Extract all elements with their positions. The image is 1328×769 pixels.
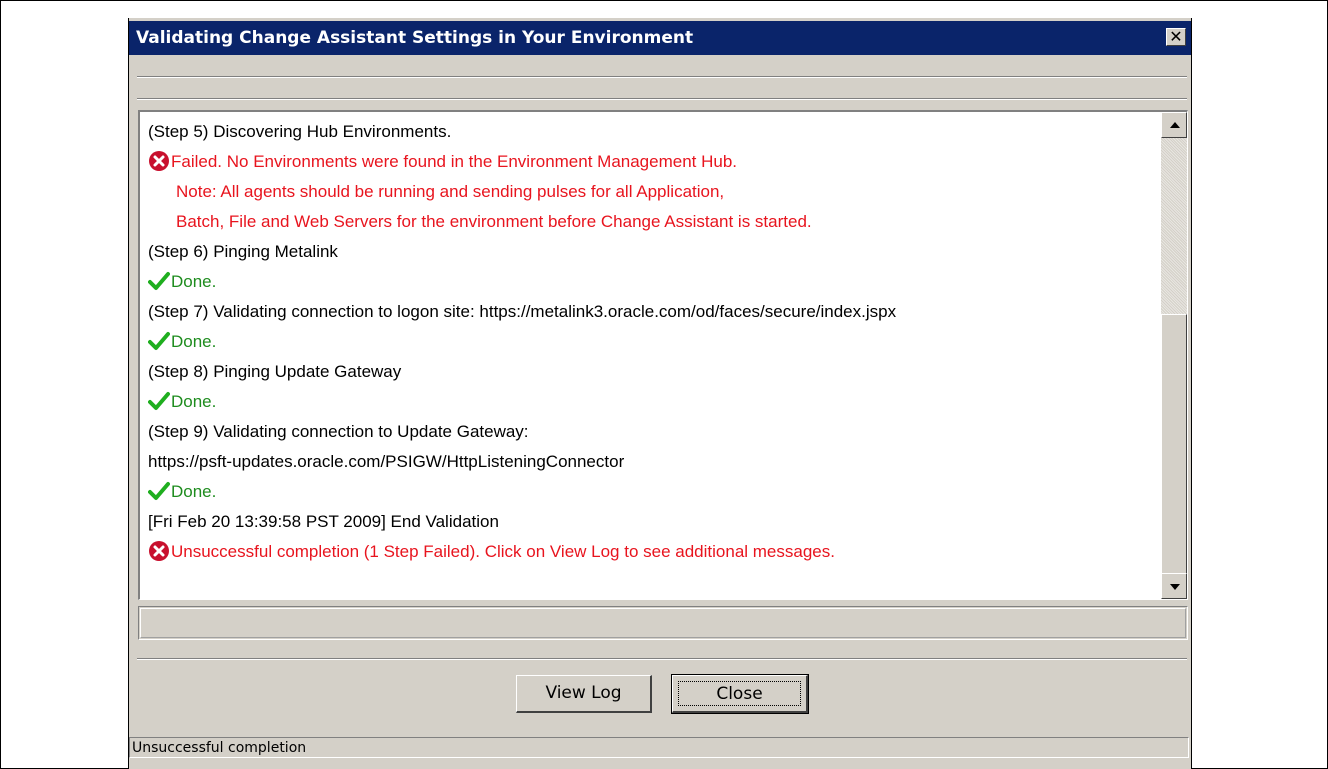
log-line: Note: All agents should be running and s…	[148, 178, 1157, 208]
log-line: Done.	[148, 328, 1157, 358]
log-line-text: Failed. No Environments were found in th…	[171, 152, 738, 171]
window-title: Validating Change Assistant Settings in …	[136, 28, 694, 48]
log-content: (Step 5) Discovering Hub Environments. Fa…	[148, 118, 1157, 568]
title-bar[interactable]: Validating Change Assistant Settings in …	[129, 18, 1191, 55]
log-line-text: (Step 7) Validating connection to logon …	[148, 302, 897, 321]
log-line: (Step 7) Validating connection to logon …	[148, 298, 1157, 328]
arrow-down-icon	[1170, 584, 1180, 590]
scroll-up-button[interactable]	[1161, 112, 1187, 138]
log-line: Batch, File and Web Servers for the envi…	[148, 208, 1157, 238]
log-line: (Step 9) Validating connection to Update…	[148, 418, 1157, 448]
checkmark-icon	[148, 270, 170, 292]
log-line-text: Note: All agents should be running and s…	[176, 182, 725, 201]
log-line-text: (Step 5) Discovering Hub Environments.	[148, 122, 452, 141]
log-line-text: https://psft-updates.oracle.com/PSIGW/Ht…	[148, 452, 625, 471]
log-line-text: (Step 9) Validating connection to Update…	[148, 422, 529, 441]
error-circle-icon	[148, 540, 170, 562]
log-line: (Step 5) Discovering Hub Environments.	[148, 118, 1157, 148]
close-button[interactable]: Close	[671, 674, 809, 714]
scroll-down-button[interactable]	[1161, 573, 1187, 599]
separator	[137, 76, 1187, 78]
log-line: (Step 6) Pinging Metalink	[148, 238, 1157, 268]
log-line: https://psft-updates.oracle.com/PSIGW/Ht…	[148, 448, 1157, 478]
log-panel[interactable]: (Step 5) Discovering Hub Environments. Fa…	[138, 110, 1188, 600]
progress-bar	[138, 606, 1188, 640]
log-line-text: Batch, File and Web Servers for the envi…	[176, 212, 812, 231]
log-line-text: (Step 6) Pinging Metalink	[148, 242, 338, 261]
arrow-up-icon	[1170, 122, 1180, 128]
scroll-thumb[interactable]	[1161, 314, 1187, 574]
validation-dialog: Validating Change Assistant Settings in …	[128, 18, 1192, 769]
log-line-text: Done.	[171, 482, 217, 501]
separator	[137, 658, 1187, 660]
checkmark-icon	[148, 390, 170, 412]
log-line-text: Done.	[171, 392, 217, 411]
checkmark-icon	[148, 480, 170, 502]
log-line: Done.	[148, 388, 1157, 418]
close-focus-rect: Close	[678, 681, 801, 706]
error-circle-icon	[148, 150, 170, 172]
log-line: Done.	[148, 478, 1157, 508]
log-line-text: Done.	[171, 332, 217, 351]
status-bar: Unsuccessful completion	[129, 737, 1189, 758]
log-line: Failed. No Environments were found in th…	[148, 148, 1157, 178]
log-line-text: Done.	[171, 272, 217, 291]
log-line-text: [Fri Feb 20 13:39:58 PST 2009] End Valid…	[148, 512, 499, 531]
progress-track	[140, 608, 1186, 638]
view-log-label: View Log	[545, 683, 622, 703]
log-line: Unsuccessful completion (1 Step Failed).…	[148, 538, 1157, 568]
log-line: [Fri Feb 20 13:39:58 PST 2009] End Valid…	[148, 508, 1157, 538]
view-log-button[interactable]: View Log	[516, 675, 652, 713]
checkmark-icon	[148, 330, 170, 352]
close-window-button[interactable]: ✕	[1166, 28, 1186, 46]
status-text: Unsuccessful completion	[132, 740, 307, 756]
log-line: Done.	[148, 268, 1157, 298]
close-label: Close	[716, 684, 763, 704]
vertical-scrollbar[interactable]	[1161, 112, 1187, 599]
log-line-text: (Step 8) Pinging Update Gateway	[148, 362, 402, 381]
log-line: (Step 8) Pinging Update Gateway	[148, 358, 1157, 388]
log-line-text: Unsuccessful completion (1 Step Failed).…	[171, 542, 835, 561]
separator	[137, 98, 1187, 100]
